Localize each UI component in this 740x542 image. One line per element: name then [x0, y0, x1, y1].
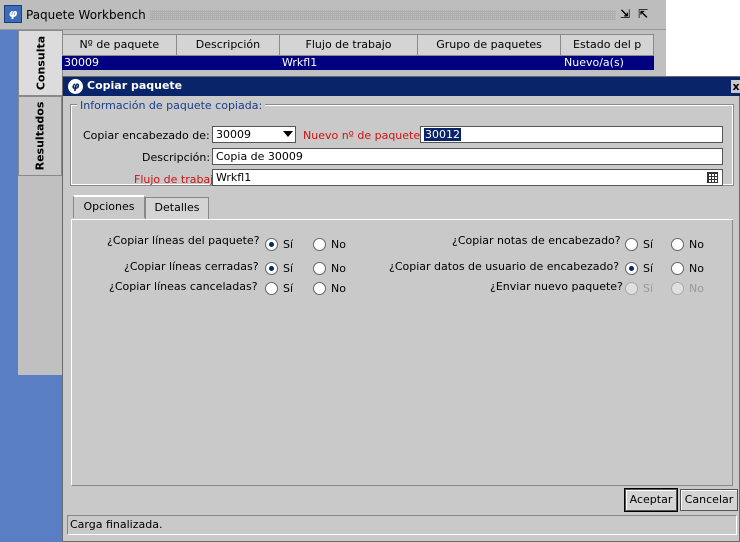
q1-no-radio[interactable]: [313, 238, 326, 251]
workflow-value: Wrkfl1: [216, 171, 252, 184]
q3-no-radio[interactable]: [313, 282, 326, 295]
tab-resultados[interactable]: Resultados: [18, 96, 62, 176]
lookup-grid-icon[interactable]: [707, 172, 718, 183]
yes-label: Sí: [643, 238, 654, 251]
chevron-down-icon[interactable]: [283, 131, 293, 137]
option-question: ¿Copiar notas de encabezado?: [452, 234, 621, 247]
copy-header-label: Copiar encabezado de:: [83, 129, 210, 142]
column-header[interactable]: Estado del p: [561, 35, 653, 55]
option-question: ¿Copiar líneas cerradas?: [124, 260, 259, 273]
tab-opciones[interactable]: Opciones: [73, 195, 145, 218]
description-label: Descripción:: [142, 151, 211, 164]
table-cell: 30009: [64, 56, 99, 69]
no-label: No: [689, 262, 704, 275]
left-margin: [0, 30, 18, 542]
workflow-field[interactable]: Wrkfl1: [212, 169, 723, 186]
q3-yes-radio[interactable]: [265, 282, 278, 295]
copy-package-dialog: φ Copiar paquete x Información de paquet…: [62, 76, 740, 542]
no-label: No: [689, 238, 704, 251]
no-label: No: [689, 282, 704, 295]
table-cell: Nuevo/a(s): [564, 56, 624, 69]
column-header[interactable]: Grupo de paquetes: [418, 35, 562, 55]
option-question: ¿Copiar líneas del paquete?: [107, 234, 260, 247]
tab-resultados-label: Resultados: [33, 101, 47, 171]
accept-button[interactable]: Aceptar: [624, 488, 678, 512]
copy-header-select[interactable]: 30009: [212, 126, 296, 143]
workbench-title: Paquete Workbench: [26, 8, 150, 22]
q6-yes-radio: [625, 282, 638, 295]
new-number-value: 30012: [424, 128, 461, 141]
results-table-header: Nº de paquete Descripción Flujo de traba…: [62, 34, 654, 56]
workflow-label: Flujo de trabajo:: [134, 173, 224, 186]
tab-consulta[interactable]: Consulta: [18, 30, 62, 96]
description-field[interactable]: Copia de 30009: [212, 148, 723, 165]
column-header[interactable]: Nº de paquete: [63, 35, 177, 55]
new-number-label: Nuevo nº de paquete:: [303, 129, 424, 142]
option-question: ¿Enviar nuevo paquete?: [490, 280, 623, 293]
q6-no-radio: [671, 282, 684, 295]
column-header[interactable]: Descripción: [177, 35, 281, 55]
q4-no-radio[interactable]: [671, 238, 684, 251]
q2-yes-radio[interactable]: [265, 262, 278, 275]
no-label: No: [331, 238, 346, 251]
group-title: Información de paquete copiada:: [77, 99, 266, 112]
q2-no-radio[interactable]: [313, 262, 326, 275]
option-question: ¿Copiar datos de usuario de encabezado?: [389, 260, 620, 273]
q5-yes-radio[interactable]: [625, 262, 638, 275]
hp-logo-icon: φ: [68, 79, 83, 94]
dialog-title-bar: φ Copiar paquete x: [63, 77, 740, 96]
close-icon[interactable]: x: [731, 80, 740, 93]
yes-label: Sí: [643, 262, 654, 275]
column-header[interactable]: Flujo de trabajo: [280, 35, 418, 55]
yes-label: Sí: [643, 282, 654, 295]
yes-label: Sí: [283, 282, 294, 295]
table-cell: Wrkfl1: [282, 56, 318, 69]
table-row[interactable]: 30009 Wrkfl1 Nuevo/a(s): [62, 56, 654, 70]
yes-label: Sí: [283, 262, 294, 275]
table-cell: [418, 56, 562, 70]
copy-header-value: 30009: [216, 128, 251, 141]
tab-consulta-label: Consulta: [34, 35, 47, 91]
table-cell: [176, 56, 280, 70]
workbench-title-bar: φ Paquete Workbench ⇲ ⇱: [0, 0, 666, 30]
q5-no-radio[interactable]: [671, 262, 684, 275]
no-label: No: [331, 262, 346, 275]
cancel-button[interactable]: Cancelar: [680, 489, 738, 511]
new-number-field[interactable]: 30012: [420, 126, 723, 143]
no-label: No: [331, 282, 346, 295]
left-margin-lower: [18, 375, 62, 542]
restore-icon[interactable]: ⇲: [618, 7, 632, 21]
hp-logo-icon: φ: [4, 5, 22, 23]
dialog-title: Copiar paquete: [87, 79, 183, 92]
q1-yes-radio[interactable]: [265, 238, 278, 251]
yes-label: Sí: [283, 238, 294, 251]
maximize-icon[interactable]: ⇱: [636, 7, 650, 21]
title-bar-grip: [150, 10, 616, 20]
status-bar: Carga finalizada.: [67, 515, 737, 535]
tab-detalles[interactable]: Detalles: [145, 197, 209, 219]
option-question: ¿Copiar líneas canceladas?: [109, 280, 258, 293]
q4-yes-radio[interactable]: [625, 238, 638, 251]
